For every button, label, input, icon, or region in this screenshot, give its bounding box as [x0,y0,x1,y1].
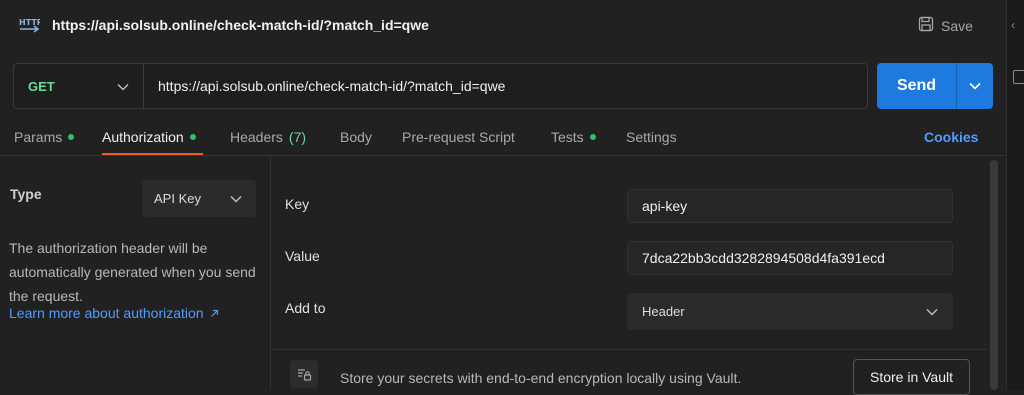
auth-type-value: API Key [154,191,201,206]
tab-body[interactable]: Body [340,129,372,145]
tab-authorization-label: Authorization [102,129,184,145]
chevron-down-icon [117,78,129,94]
learn-more-link[interactable]: Learn more about authorization [9,305,219,321]
request-title: https://api.solsub.online/check-match-id… [52,17,429,33]
save-button[interactable]: Save [918,16,973,35]
headers-count: (7) [288,129,307,145]
tab-settings[interactable]: Settings [626,129,677,145]
addto-label: Add to [285,300,326,316]
tab-tests-label: Tests [551,129,584,145]
auth-type-select[interactable]: API Key [142,180,256,217]
panel-icon[interactable] [1013,70,1024,84]
key-label: Key [285,196,310,212]
send-options-chevron-icon[interactable] [957,63,993,109]
tab-prerequest-label: Pre-request Script [402,129,515,145]
method-label: GET [28,78,55,94]
learn-more-label: Learn more about authorization [9,305,204,321]
cookies-link[interactable]: Cookies [924,129,978,145]
addto-value: Header [642,304,685,319]
value-value: 7dca22bb3cdd3282894508d4fa391ecd [642,250,885,266]
http-request-icon: HTTP [18,14,43,36]
save-label: Save [941,17,973,34]
status-dot-icon [589,134,596,140]
tab-settings-label: Settings [626,129,677,145]
scrollbar[interactable] [990,160,998,390]
auth-type-label: Type [10,186,42,202]
tab-params[interactable]: Params [14,129,75,145]
external-link-icon [210,305,219,321]
auth-description: The authorization header will be automat… [9,240,256,304]
tab-params-label: Params [14,129,63,145]
value-label: Value [285,248,320,264]
send-button[interactable]: Send [877,63,957,109]
key-value: api-key [642,198,688,214]
tab-headers-label: Headers [230,129,283,145]
send-button-group: Send [877,63,993,109]
vault-message: Store your secrets with end-to-end encry… [340,370,742,386]
url-bar: GET https://api.solsub.online/check-matc… [13,63,868,109]
key-input[interactable]: api-key [627,189,953,223]
status-dot-icon [68,134,75,140]
addto-select[interactable]: Header [627,293,953,330]
svg-text:HTTP: HTTP [19,18,40,27]
status-dot-icon [189,134,196,140]
vault-lock-icon [290,360,318,388]
value-input[interactable]: 7dca22bb3cdd3282894508d4fa391ecd [627,241,953,275]
chevron-down-icon [926,304,938,319]
save-icon [918,16,934,35]
tab-body-label: Body [340,129,372,145]
tab-authorization[interactable]: Authorization [102,129,196,145]
tab-prerequest-script[interactable]: Pre-request Script [402,129,515,145]
right-sidebar-strip: ‹ [1006,0,1024,390]
chevron-down-icon [230,191,242,206]
url-input[interactable]: https://api.solsub.online/check-match-id… [158,78,505,94]
tab-tests[interactable]: Tests [551,129,596,145]
method-select[interactable]: GET [14,64,144,108]
chevron-left-icon[interactable]: ‹ [1011,18,1015,32]
tab-headers[interactable]: Headers (7) [230,129,306,145]
